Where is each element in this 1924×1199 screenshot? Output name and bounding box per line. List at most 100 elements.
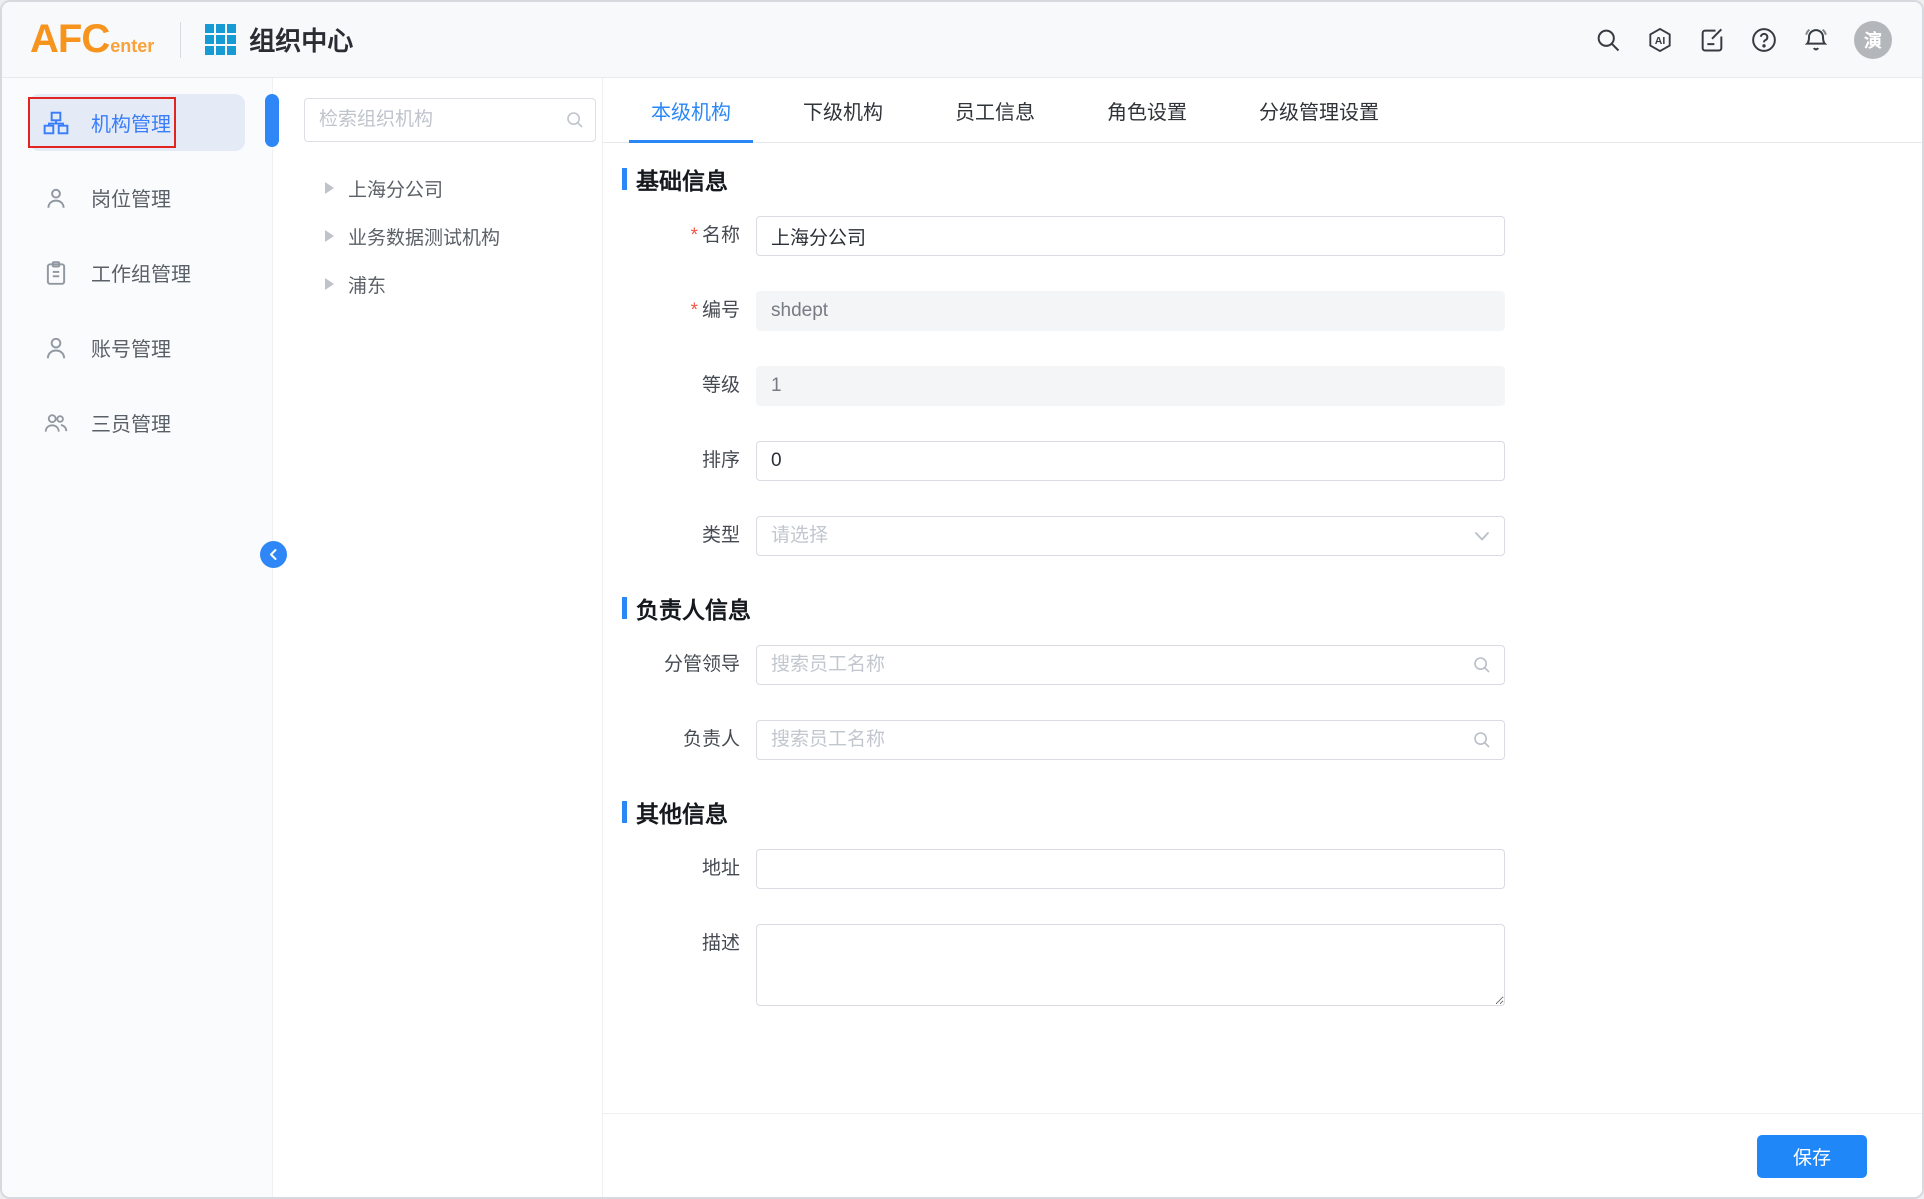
section-accent-bar: [622, 597, 627, 619]
section-basic-info: 基础信息 *名称 *编号 等级 排序: [622, 162, 1922, 556]
form-row-address: 地址: [622, 849, 1922, 889]
tab-current-org[interactable]: 本级机构: [651, 78, 731, 142]
org-tree-panel: 上海分公司 业务数据测试机构 浦东: [273, 78, 603, 1199]
field-label: 排序: [702, 450, 740, 471]
compose-icon[interactable]: [1698, 26, 1726, 54]
search-icon[interactable]: [1594, 26, 1622, 54]
notifications-icon[interactable]: [1802, 26, 1830, 54]
description-textarea[interactable]: [756, 924, 1505, 1006]
sidebar-item-label: 三员管理: [91, 408, 171, 437]
tab-employee-info[interactable]: 员工信息: [955, 78, 1035, 142]
level-input: [756, 366, 1505, 406]
section-title-text: 基础信息: [636, 162, 728, 196]
ai-assistant-icon[interactable]: AI: [1646, 26, 1674, 54]
tree-node-label[interactable]: 业务数据测试机构: [348, 223, 500, 250]
app-grid-icon: [205, 24, 236, 55]
svg-text:AI: AI: [1655, 35, 1666, 47]
active-menu-indicator: [265, 94, 279, 147]
caret-right-icon[interactable]: [324, 229, 335, 243]
tree-node-pudong[interactable]: 浦东: [304, 260, 575, 308]
user-avatar[interactable]: 演: [1854, 21, 1892, 59]
caret-right-icon[interactable]: [324, 277, 335, 291]
sort-input[interactable]: [756, 441, 1505, 481]
section-title-text: 负责人信息: [636, 591, 751, 625]
field-label: 地址: [702, 858, 740, 879]
save-button[interactable]: 保存: [1757, 1135, 1867, 1178]
tree-node-shanghai[interactable]: 上海分公司: [304, 164, 575, 212]
form-row-sort: 排序: [622, 441, 1922, 481]
field-label: 类型: [702, 525, 740, 546]
sidebar-item-label: 机构管理: [91, 108, 171, 137]
section-leader-info: 负责人信息 分管领导 负责人: [622, 591, 1922, 760]
type-select[interactable]: [756, 516, 1505, 556]
field-label: 描述: [702, 933, 740, 954]
field-label: 编号: [702, 300, 740, 321]
header-actions: AI 演: [1594, 21, 1892, 59]
account-person-icon: [43, 335, 69, 361]
form-row-supervising-leader: 分管领导: [622, 645, 1922, 685]
tab-role-settings[interactable]: 角色设置: [1107, 78, 1187, 142]
header-divider: [180, 22, 181, 58]
required-asterisk: *: [691, 225, 698, 246]
sidebar-item-label: 账号管理: [91, 333, 171, 362]
section-header: 其他信息: [622, 795, 1922, 829]
brand-logo: AFC enter: [30, 17, 154, 62]
org-form: 基础信息 *名称 *编号 等级 排序: [603, 143, 1922, 1011]
people-group-icon: [43, 410, 69, 436]
tree-node-label[interactable]: 浦东: [348, 271, 386, 298]
address-input[interactable]: [756, 849, 1505, 889]
logo-text-suffix: enter: [110, 36, 154, 57]
help-icon[interactable]: [1750, 26, 1778, 54]
position-badge-icon: [43, 185, 69, 211]
form-row-type: 类型: [622, 516, 1922, 556]
field-label: 负责人: [683, 729, 740, 750]
sidebar-nav: 机构管理 岗位管理 工作组管理 账号管理: [2, 78, 273, 1199]
form-row-name: *名称: [622, 216, 1922, 256]
section-other-info: 其他信息 地址 描述: [622, 795, 1922, 1011]
form-row-code: *编号: [622, 291, 1922, 331]
form-row-description: 描述: [622, 924, 1922, 1011]
app-body: 机构管理 岗位管理 工作组管理 账号管理: [2, 78, 1922, 1199]
sidebar-item-workgroup-management[interactable]: 工作组管理: [29, 244, 245, 301]
field-label: 名称: [702, 225, 740, 246]
page-title: 组织中心: [249, 21, 353, 58]
sidebar-item-three-roles-management[interactable]: 三员管理: [29, 394, 245, 451]
section-header: 基础信息: [622, 162, 1922, 196]
clipboard-icon: [43, 260, 69, 286]
tab-bar: 本级机构 下级机构 员工信息 角色设置 分级管理设置: [603, 78, 1922, 143]
logo-text-main: AFC: [30, 17, 109, 62]
sidebar-item-position-management[interactable]: 岗位管理: [29, 169, 245, 226]
section-header: 负责人信息: [622, 591, 1922, 625]
section-accent-bar: [622, 168, 627, 190]
sidebar-item-label: 工作组管理: [91, 258, 191, 287]
tab-sub-org[interactable]: 下级机构: [803, 78, 883, 142]
form-row-person-in-charge: 负责人: [622, 720, 1922, 760]
top-header: AFC enter 组织中心 AI 演: [2, 2, 1922, 78]
code-input: [756, 291, 1505, 331]
org-chart-icon: [43, 110, 69, 136]
tree-node-business-test-org[interactable]: 业务数据测试机构: [304, 212, 575, 260]
section-accent-bar: [622, 801, 627, 823]
field-label: 等级: [702, 375, 740, 396]
org-tree-search: [304, 98, 596, 142]
sidebar-item-account-management[interactable]: 账号管理: [29, 319, 245, 376]
tree-node-label[interactable]: 上海分公司: [348, 175, 443, 202]
form-row-level: 等级: [622, 366, 1922, 406]
form-footer: 保存: [603, 1113, 1922, 1199]
search-icon: [565, 110, 585, 130]
name-input[interactable]: [756, 216, 1505, 256]
required-asterisk: *: [691, 300, 698, 321]
main-content: 本级机构 下级机构 员工信息 角色设置 分级管理设置 基础信息 *名称: [603, 78, 1922, 1199]
supervising-leader-search-input[interactable]: [756, 645, 1505, 685]
field-label: 分管领导: [664, 654, 740, 675]
sidebar-item-org-management[interactable]: 机构管理: [29, 94, 245, 151]
app-window: AFC enter 组织中心 AI 演: [0, 0, 1924, 1199]
tab-tier-management-settings[interactable]: 分级管理设置: [1259, 78, 1379, 142]
caret-right-icon[interactable]: [324, 181, 335, 195]
org-search-input[interactable]: [304, 98, 596, 142]
collapse-tree-button[interactable]: [260, 541, 287, 568]
org-tree: 上海分公司 业务数据测试机构 浦东: [304, 164, 575, 308]
section-title-text: 其他信息: [636, 795, 728, 829]
person-in-charge-search-input[interactable]: [756, 720, 1505, 760]
sidebar-item-label: 岗位管理: [91, 183, 171, 212]
